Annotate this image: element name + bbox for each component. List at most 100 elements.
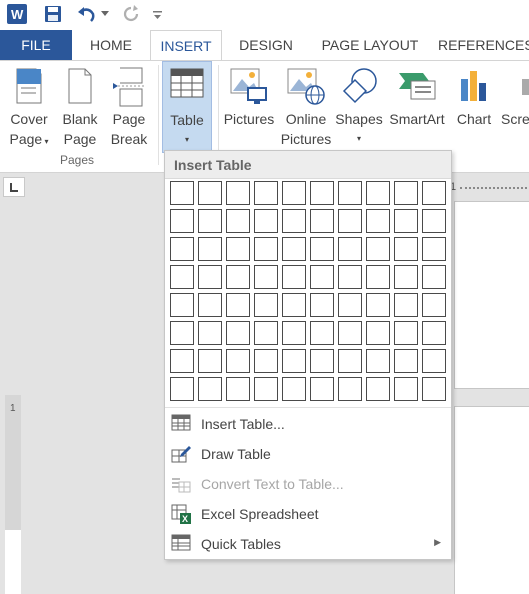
table-grid-cell[interactable] <box>394 237 418 261</box>
undo-icon[interactable] <box>76 4 98 24</box>
table-grid-cell[interactable] <box>422 237 446 261</box>
table-grid-cell[interactable] <box>282 321 306 345</box>
table-grid-cell[interactable] <box>366 181 390 205</box>
shapes-button[interactable]: Shapes ▾ <box>334 61 384 157</box>
chart-button[interactable]: Chart <box>450 61 498 157</box>
table-grid-cell[interactable] <box>338 265 362 289</box>
table-button[interactable]: Table ▾ <box>162 61 212 153</box>
quick-tables-menu-item[interactable]: Quick Tables ▶ <box>165 529 451 559</box>
table-grid-cell[interactable] <box>310 293 334 317</box>
table-grid-cell[interactable] <box>422 321 446 345</box>
cover-page-button[interactable]: Cover Page ▾ <box>4 61 54 157</box>
table-grid-cell[interactable] <box>394 377 418 401</box>
table-grid-cell[interactable] <box>170 293 194 317</box>
undo-dropdown-icon[interactable] <box>99 4 111 24</box>
table-grid-cell[interactable] <box>198 237 222 261</box>
tab-insert[interactable]: INSERT <box>150 30 222 62</box>
table-grid-cell[interactable] <box>394 293 418 317</box>
pictures-button[interactable]: Pictures <box>222 61 276 157</box>
table-grid-cell[interactable] <box>310 181 334 205</box>
table-grid-cell[interactable] <box>310 349 334 373</box>
table-grid-cell[interactable] <box>226 349 250 373</box>
table-grid-cell[interactable] <box>170 321 194 345</box>
table-grid-cell[interactable] <box>226 377 250 401</box>
table-grid-cell[interactable] <box>394 349 418 373</box>
tab-design[interactable]: DESIGN <box>226 30 306 61</box>
smartart-button[interactable]: SmartArt <box>386 61 448 157</box>
table-grid-cell[interactable] <box>394 209 418 233</box>
document-page[interactable] <box>454 406 529 594</box>
table-grid-cell[interactable] <box>254 349 278 373</box>
table-grid-cell[interactable] <box>254 209 278 233</box>
table-grid-cell[interactable] <box>366 321 390 345</box>
table-grid-cell[interactable] <box>254 237 278 261</box>
tab-selector[interactable] <box>3 177 25 197</box>
table-grid-cell[interactable] <box>226 209 250 233</box>
table-grid-cell[interactable] <box>422 377 446 401</box>
table-grid-cell[interactable] <box>366 237 390 261</box>
save-icon[interactable] <box>42 4 64 24</box>
table-grid-cell[interactable] <box>338 377 362 401</box>
table-grid-cell[interactable] <box>282 237 306 261</box>
table-grid-cell[interactable] <box>366 349 390 373</box>
table-grid-cell[interactable] <box>170 265 194 289</box>
table-grid-cell[interactable] <box>338 181 362 205</box>
table-grid-cell[interactable] <box>226 265 250 289</box>
table-grid-cell[interactable] <box>338 237 362 261</box>
tab-home[interactable]: HOME <box>76 30 146 61</box>
tab-file[interactable]: FILE <box>0 30 72 61</box>
table-grid-cell[interactable] <box>198 209 222 233</box>
blank-page-button[interactable]: Blank Page <box>56 61 104 157</box>
table-grid-cell[interactable] <box>254 265 278 289</box>
table-grid-cell[interactable] <box>366 293 390 317</box>
table-grid-cell[interactable] <box>366 265 390 289</box>
word-app-icon[interactable]: W <box>6 4 28 24</box>
table-grid-cell[interactable] <box>198 349 222 373</box>
table-grid-cell[interactable] <box>170 209 194 233</box>
excel-spreadsheet-menu-item[interactable]: X Excel Spreadsheet <box>165 499 451 529</box>
table-grid-cell[interactable] <box>338 321 362 345</box>
table-grid-cell[interactable] <box>394 265 418 289</box>
table-grid-cell[interactable] <box>198 321 222 345</box>
table-grid-cell[interactable] <box>366 377 390 401</box>
table-grid-cell[interactable] <box>282 377 306 401</box>
table-size-grid[interactable] <box>170 181 450 405</box>
page-break-button[interactable]: Page Break <box>106 61 152 157</box>
online-pictures-button[interactable]: Online Pictures <box>278 61 334 157</box>
table-grid-cell[interactable] <box>282 349 306 373</box>
table-grid-cell[interactable] <box>394 321 418 345</box>
table-grid-cell[interactable] <box>310 377 334 401</box>
tab-references[interactable]: REFERENCES <box>438 30 529 61</box>
customize-qat-icon[interactable] <box>150 4 164 24</box>
table-grid-cell[interactable] <box>338 349 362 373</box>
table-grid-cell[interactable] <box>310 209 334 233</box>
table-grid-cell[interactable] <box>254 293 278 317</box>
table-grid-cell[interactable] <box>170 349 194 373</box>
table-grid-cell[interactable] <box>254 181 278 205</box>
horizontal-ruler[interactable]: 1 <box>448 177 529 197</box>
table-grid-cell[interactable] <box>170 237 194 261</box>
redo-icon[interactable] <box>120 4 142 24</box>
table-grid-cell[interactable] <box>226 237 250 261</box>
document-page[interactable] <box>454 201 529 389</box>
screenshot-button[interactable]: Scre <box>500 61 529 157</box>
table-grid-cell[interactable] <box>198 181 222 205</box>
table-grid-cell[interactable] <box>422 181 446 205</box>
table-grid-cell[interactable] <box>198 377 222 401</box>
table-grid-cell[interactable] <box>198 293 222 317</box>
table-grid-cell[interactable] <box>170 377 194 401</box>
table-grid-cell[interactable] <box>254 377 278 401</box>
draw-table-menu-item[interactable]: Draw Table <box>165 439 451 469</box>
table-grid-cell[interactable] <box>282 181 306 205</box>
table-grid-cell[interactable] <box>422 349 446 373</box>
table-grid-cell[interactable] <box>226 181 250 205</box>
table-grid-cell[interactable] <box>310 265 334 289</box>
tab-page-layout[interactable]: PAGE LAYOUT <box>310 30 430 61</box>
table-grid-cell[interactable] <box>226 293 250 317</box>
table-grid-cell[interactable] <box>282 293 306 317</box>
table-grid-cell[interactable] <box>394 181 418 205</box>
table-grid-cell[interactable] <box>310 321 334 345</box>
table-grid-cell[interactable] <box>170 181 194 205</box>
table-grid-cell[interactable] <box>310 237 334 261</box>
insert-table-menu-item[interactable]: Insert Table... <box>165 409 451 439</box>
